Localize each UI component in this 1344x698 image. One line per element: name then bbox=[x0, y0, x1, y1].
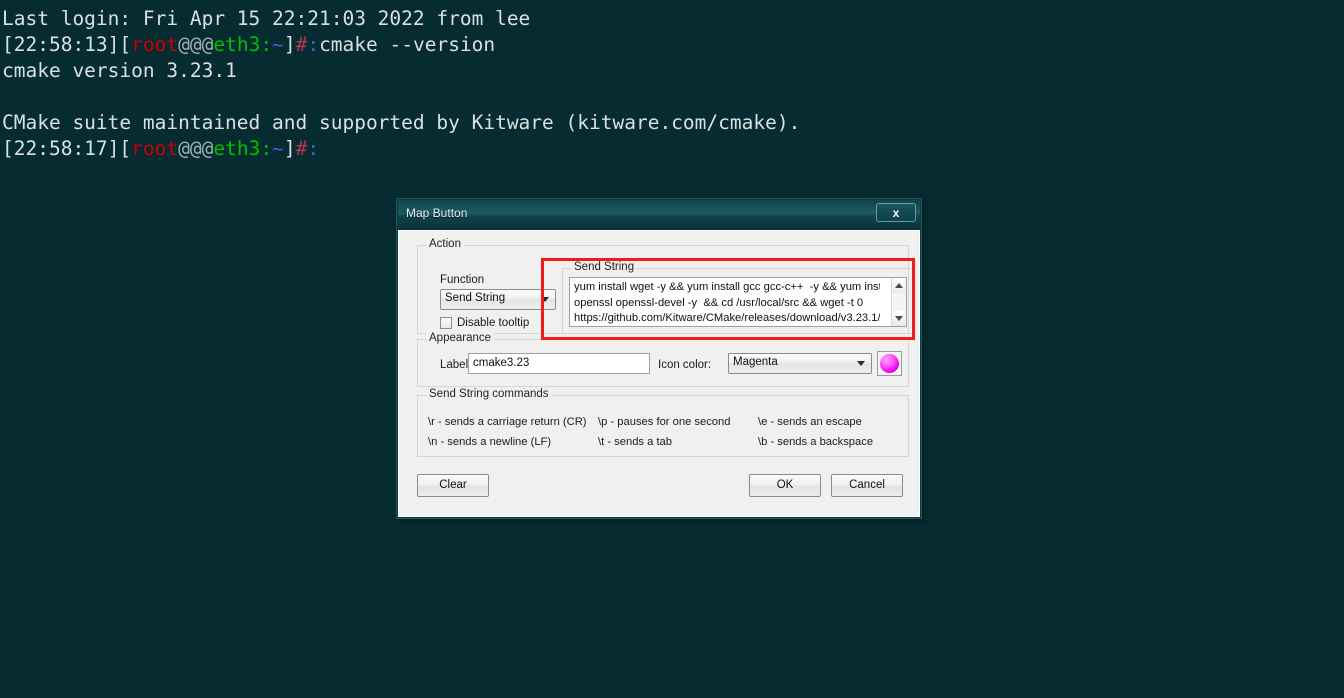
appearance-group: Appearance Label: cmake3.23 Icon color: … bbox=[417, 332, 909, 387]
terminal-line: [22:58:13][root@@@eth3:~]#:cmake --versi… bbox=[2, 32, 1344, 58]
action-group: Action Function Send String Disable tool… bbox=[417, 238, 914, 334]
disable-tooltip-checkbox[interactable]: Disable tooltip bbox=[440, 317, 529, 329]
color-circle-icon bbox=[880, 354, 899, 373]
clear-button[interactable]: Clear bbox=[417, 474, 489, 497]
command-hint: \r - sends a carriage return (CR) bbox=[428, 416, 587, 428]
function-select[interactable]: Send String bbox=[440, 289, 556, 310]
command-hint: \e - sends an escape bbox=[758, 416, 862, 428]
triangle-down-icon[interactable] bbox=[892, 311, 906, 326]
terminal-line: CMake suite maintained and supported by … bbox=[2, 110, 1344, 136]
terminal-text: : bbox=[260, 137, 273, 160]
function-label: Function bbox=[440, 274, 485, 286]
command-hint: \b - sends a backspace bbox=[758, 436, 874, 448]
terminal-text: [22:58:17][ bbox=[2, 137, 132, 160]
terminal-text: root bbox=[131, 137, 179, 160]
terminal-line: [22:58:17][root@@@eth3:~]#: bbox=[2, 136, 1344, 162]
send-string-value: yum install wget -y && yum install gcc g… bbox=[574, 281, 880, 324]
command-hint: \p - pauses for one second bbox=[598, 416, 731, 428]
map-button-dialog: Map Button x Action Function Send String… bbox=[397, 199, 921, 518]
terminal-text: ] bbox=[283, 137, 296, 160]
label-input[interactable]: cmake3.23 bbox=[468, 353, 650, 374]
terminal-line: Last login: Fri Apr 15 22:21:03 2022 fro… bbox=[2, 6, 1344, 32]
terminal-text: cmake version 3.23.1 bbox=[2, 59, 237, 82]
command-hint: \t - sends a tab bbox=[598, 436, 673, 448]
terminal-output: Last login: Fri Apr 15 22:21:03 2022 fro… bbox=[2, 6, 1344, 162]
icon-color-label: Icon color: bbox=[658, 359, 712, 371]
terminal-text: cmake --version bbox=[319, 33, 496, 56]
dialog-body: Action Function Send String Disable tool… bbox=[398, 230, 920, 517]
terminal-text: # bbox=[295, 33, 308, 56]
triangle-up-icon[interactable] bbox=[892, 278, 906, 293]
terminal-text: CMake suite maintained and supported by … bbox=[2, 111, 801, 134]
chevron-down-icon bbox=[536, 291, 554, 308]
checkbox-box-icon bbox=[440, 317, 452, 329]
send-string-legend: Send String bbox=[571, 261, 638, 273]
terminal-text: ] bbox=[283, 33, 296, 56]
close-icon[interactable]: x bbox=[876, 203, 916, 222]
icon-color-swatch[interactable] bbox=[877, 351, 902, 376]
function-select-value: Send String bbox=[445, 292, 506, 304]
terminal-text: @@@ bbox=[178, 137, 214, 160]
terminal-text: # bbox=[295, 137, 308, 160]
terminal-text: ~ bbox=[272, 137, 284, 160]
ok-button[interactable]: OK bbox=[749, 474, 821, 497]
terminal-text: : bbox=[260, 33, 273, 56]
dialog-title: Map Button bbox=[406, 206, 468, 220]
terminal-text: @@@ bbox=[178, 33, 214, 56]
dialog-titlebar[interactable]: Map Button x bbox=[398, 200, 920, 231]
terminal-text: ~ bbox=[272, 33, 284, 56]
terminal-text: root bbox=[131, 33, 179, 56]
cancel-button[interactable]: Cancel bbox=[831, 474, 903, 497]
send-string-commands-group: Send String commands \r - sends a carria… bbox=[417, 388, 909, 457]
terminal-text: [22:58:13][ bbox=[2, 33, 132, 56]
terminal-text: eth3 bbox=[213, 137, 261, 160]
terminal-line: cmake version 3.23.1 bbox=[2, 58, 1344, 84]
label-field-label: Label: bbox=[440, 359, 472, 371]
terminal-text: : bbox=[307, 137, 320, 160]
icon-color-select-value: Magenta bbox=[733, 356, 778, 368]
commands-group-legend: Send String commands bbox=[426, 388, 552, 400]
terminal-text: Last login: Fri Apr 15 22:21:03 2022 fro… bbox=[2, 7, 531, 30]
icon-color-select[interactable]: Magenta bbox=[728, 353, 872, 374]
appearance-group-legend: Appearance bbox=[426, 332, 495, 344]
chevron-down-icon bbox=[852, 355, 870, 372]
command-hint: \n - sends a newline (LF) bbox=[428, 436, 552, 448]
action-group-legend: Action bbox=[426, 238, 464, 250]
terminal-text: eth3 bbox=[213, 33, 261, 56]
disable-tooltip-label: Disable tooltip bbox=[457, 317, 530, 329]
terminal-text: : bbox=[307, 33, 320, 56]
send-string-group: Send String yum install wget -y && yum i… bbox=[562, 261, 914, 334]
send-string-textarea[interactable]: yum install wget -y && yum install gcc g… bbox=[569, 277, 907, 327]
send-string-scrollbar[interactable] bbox=[891, 278, 906, 326]
